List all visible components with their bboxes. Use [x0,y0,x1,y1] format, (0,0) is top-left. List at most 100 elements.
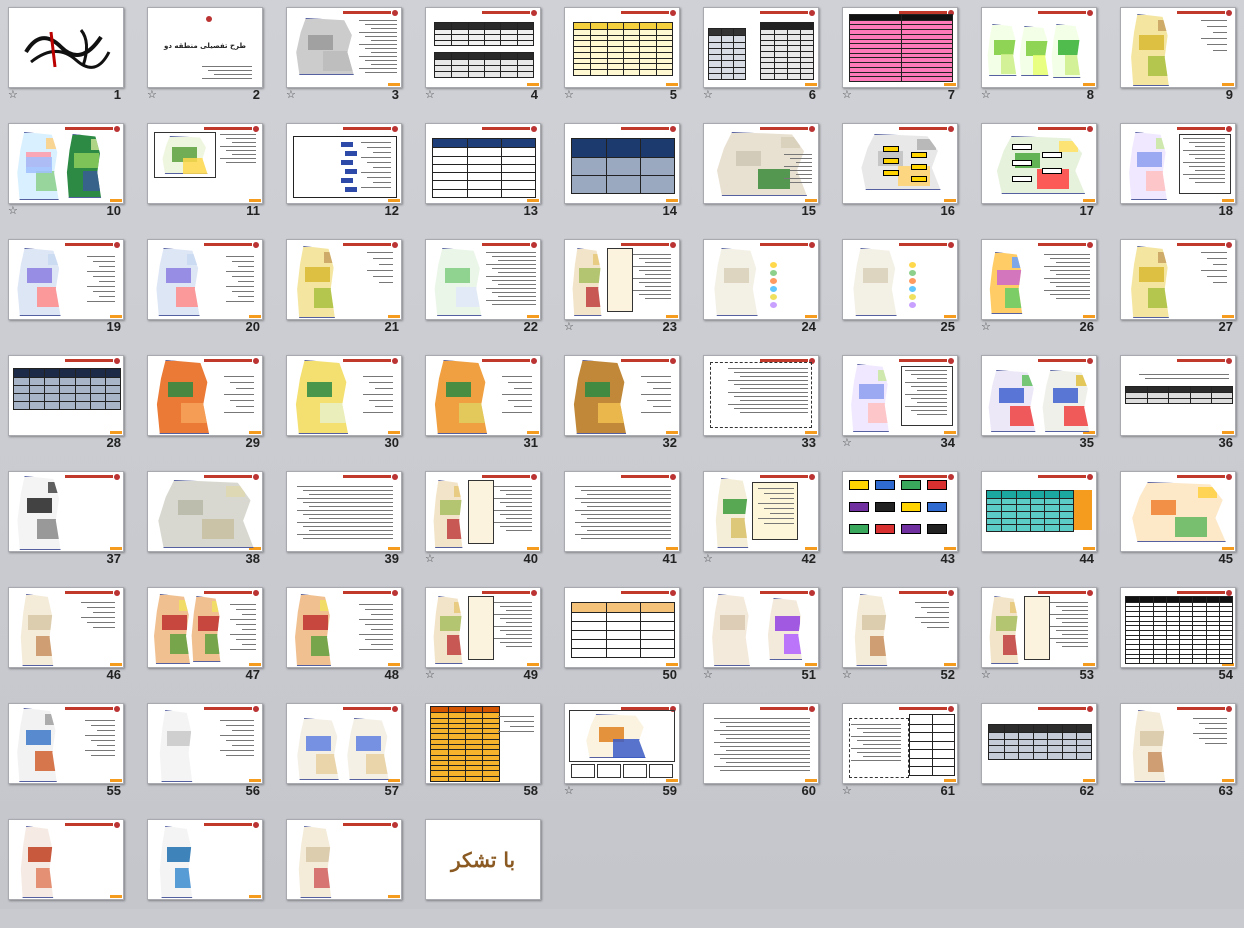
slide-thumbnail-cell[interactable]: ☆ 61 [835,696,974,812]
slide-thumbnail-cell[interactable]: 58 [418,696,557,812]
slide-thumbnail[interactable] [286,355,402,436]
star-icon[interactable]: ☆ [842,437,852,448]
slide-thumbnail[interactable] [981,471,1097,552]
star-icon[interactable]: ☆ [981,321,991,332]
star-icon[interactable]: ☆ [703,89,713,100]
slide-thumbnail[interactable] [703,471,819,552]
star-icon[interactable]: ☆ [564,321,574,332]
slide-thumbnail[interactable] [1120,355,1236,436]
slide-thumbnail[interactable] [564,123,680,204]
slide-thumbnail[interactable] [147,355,263,436]
slide-thumbnail-cell[interactable]: ☆ 1 [1,0,140,116]
slide-thumbnail-cell[interactable]: ☆ 7 [835,0,974,116]
slide-thumbnail[interactable] [425,123,541,204]
slide-thumbnail-cell[interactable]: 11 [140,116,279,232]
slide-thumbnail[interactable] [286,587,402,668]
slide-thumbnail-cell[interactable]: 21 [279,232,418,348]
star-icon[interactable]: ☆ [564,89,574,100]
slide-thumbnail[interactable] [842,239,958,320]
slide-thumbnail[interactable] [703,123,819,204]
slide-thumbnail-cell[interactable]: ☆ 5 [557,0,696,116]
slide-thumbnail-cell[interactable]: 63 [1113,696,1244,812]
slide-thumbnail-cell[interactable]: ☆ 10 [1,116,140,232]
slide-thumbnail-cell[interactable]: 14 [557,116,696,232]
slide-thumbnail-cell[interactable]: 18 [1113,116,1244,232]
star-icon[interactable]: ☆ [286,89,296,100]
slide-thumbnail-cell[interactable]: ☆ 59 [557,696,696,812]
slide-thumbnail[interactable] [564,7,680,88]
slide-thumbnail[interactable] [425,7,541,88]
slide-thumbnail[interactable] [703,355,819,436]
star-icon[interactable]: ☆ [425,669,435,680]
slide-thumbnail-cell[interactable]: 39 [279,464,418,580]
slide-thumbnail-cell[interactable] [140,812,279,928]
slide-thumbnail-cell[interactable]: 31 [418,348,557,464]
slide-thumbnail-cell[interactable]: 36 [1113,348,1244,464]
slide-thumbnail-cell[interactable]: ☆ 4 [418,0,557,116]
slide-thumbnail[interactable]: طرح تفصیلی منطقه دو [147,7,263,88]
slide-thumbnail[interactable] [8,355,124,436]
slide-thumbnail[interactable] [981,239,1097,320]
star-icon[interactable]: ☆ [842,669,852,680]
slide-thumbnail-cell[interactable]: طرح تفصیلی منطقه دو ☆ 2 [140,0,279,116]
slide-thumbnail-cell[interactable]: 35 [974,348,1113,464]
slide-thumbnail[interactable]: با تشکر [425,819,541,900]
slide-thumbnail-cell[interactable]: 62 [974,696,1113,812]
slide-thumbnail[interactable] [425,703,541,784]
slide-thumbnail-cell[interactable]: 13 [418,116,557,232]
slide-thumbnail[interactable] [1120,703,1236,784]
slide-thumbnail-cell[interactable]: ☆ 52 [835,580,974,696]
star-icon[interactable]: ☆ [147,89,157,100]
slide-thumbnail-cell[interactable]: 29 [140,348,279,464]
slide-thumbnail[interactable] [981,703,1097,784]
slide-thumbnail[interactable] [286,239,402,320]
slide-thumbnail-cell[interactable]: 37 [1,464,140,580]
slide-thumbnail[interactable] [147,239,263,320]
slide-thumbnail[interactable] [981,123,1097,204]
slide-thumbnail[interactable] [981,7,1097,88]
star-icon[interactable]: ☆ [425,553,435,564]
slide-thumbnail-cell[interactable]: ☆ 42 [696,464,835,580]
slide-thumbnail-cell[interactable]: 16 [835,116,974,232]
slide-thumbnail-cell[interactable]: 28 [1,348,140,464]
slide-thumbnail-cell[interactable]: 19 [1,232,140,348]
slide-thumbnail[interactable] [425,355,541,436]
slide-thumbnail[interactable] [842,355,958,436]
slide-thumbnail[interactable] [8,7,124,88]
slide-thumbnail[interactable] [703,703,819,784]
slide-thumbnail[interactable] [564,355,680,436]
slide-thumbnail-cell[interactable]: 27 [1113,232,1244,348]
slide-thumbnail-cell[interactable] [1,812,140,928]
slide-thumbnail-cell[interactable]: ☆ 6 [696,0,835,116]
slide-thumbnail[interactable] [147,703,263,784]
slide-thumbnail[interactable] [564,703,680,784]
slide-thumbnail-cell[interactable]: ☆ 3 [279,0,418,116]
slide-thumbnail[interactable] [286,123,402,204]
slide-thumbnail-cell[interactable]: 25 [835,232,974,348]
slide-thumbnail-cell[interactable]: ☆ 8 [974,0,1113,116]
slide-thumbnail-cell[interactable]: 22 [418,232,557,348]
slide-thumbnail[interactable] [564,587,680,668]
slide-thumbnail-cell[interactable]: 30 [279,348,418,464]
slide-thumbnail-cell[interactable] [279,812,418,928]
slide-thumbnail-cell[interactable]: با تشکر [418,812,557,928]
slide-thumbnail-cell[interactable]: ☆ 23 [557,232,696,348]
slide-thumbnail-cell[interactable]: 60 [696,696,835,812]
slide-thumbnail[interactable] [8,239,124,320]
slide-thumbnail-cell[interactable]: 55 [1,696,140,812]
slide-thumbnail[interactable] [425,471,541,552]
slide-thumbnail-cell[interactable]: ☆ 34 [835,348,974,464]
slide-thumbnail-cell[interactable]: ☆ 49 [418,580,557,696]
slide-thumbnail[interactable] [1120,587,1236,668]
slide-thumbnail[interactable] [8,123,124,204]
slide-thumbnail-cell[interactable]: 20 [140,232,279,348]
slide-thumbnail[interactable] [842,7,958,88]
slide-thumbnail-cell[interactable]: 32 [557,348,696,464]
slide-thumbnail[interactable] [8,471,124,552]
slide-thumbnail-cell[interactable]: ☆ 26 [974,232,1113,348]
slide-thumbnail[interactable] [286,471,402,552]
slide-thumbnail[interactable] [1120,7,1236,88]
star-icon[interactable]: ☆ [981,669,991,680]
slide-thumbnail-cell[interactable]: 57 [279,696,418,812]
slide-thumbnail[interactable] [425,239,541,320]
